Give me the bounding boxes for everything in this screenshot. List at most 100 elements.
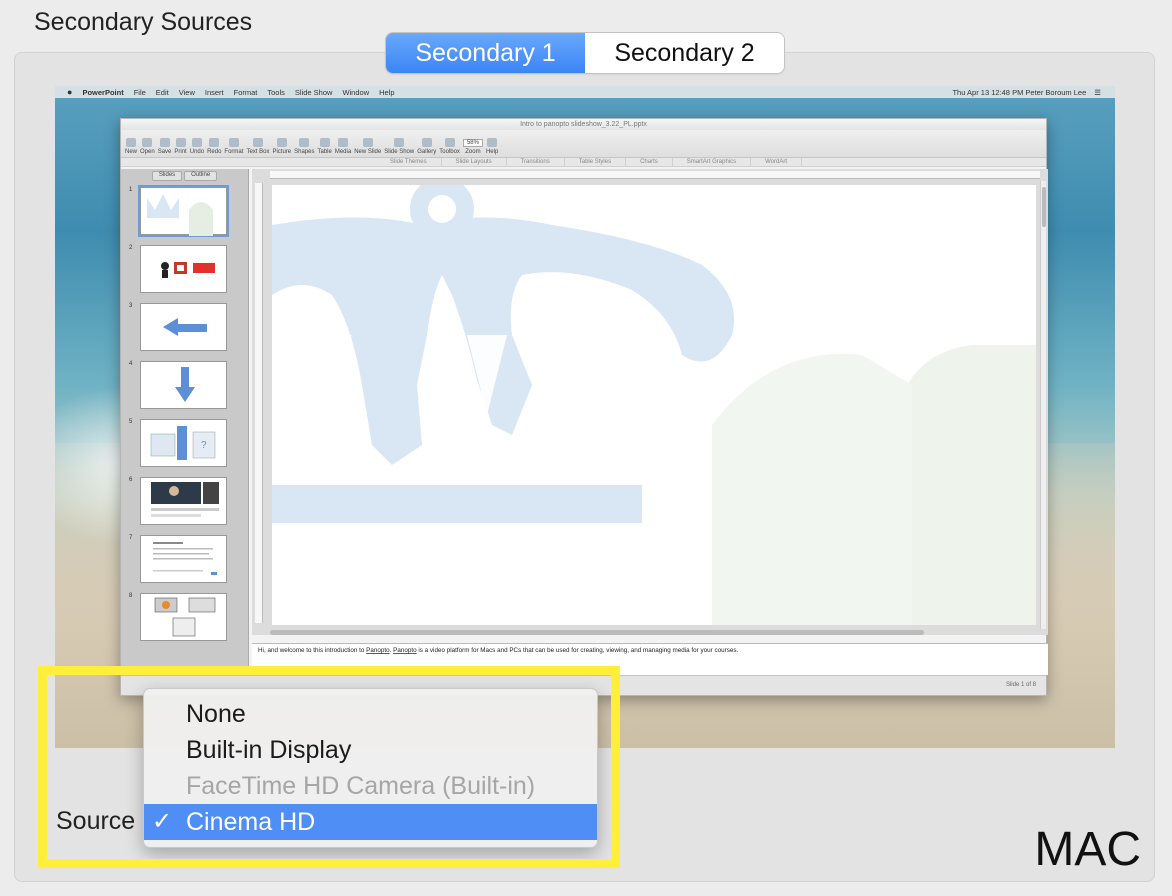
- menubar-item: Tools: [267, 87, 285, 97]
- option-label: Cinema HD: [186, 808, 316, 836]
- slide-number: 2: [129, 245, 133, 251]
- toolbar-label: Help: [485, 149, 499, 155]
- text-box-icon: [252, 138, 263, 147]
- standard-toolbar: New Open Save Print Undo Redo Format Tex…: [121, 130, 1046, 158]
- ribbon-tab: SmartArt Graphics: [673, 158, 752, 166]
- save-icon: [159, 138, 170, 147]
- media-logos-thumb-icon: [161, 262, 215, 278]
- video-thumb-icon: [151, 482, 219, 517]
- slide-thumbnail: [140, 303, 227, 351]
- ribbon-tab: Slide Themes: [376, 158, 442, 166]
- slide-number: 8: [129, 593, 133, 599]
- new-icon: [126, 138, 136, 147]
- source-option-cinema-hd[interactable]: ✓ Cinema HD: [144, 804, 597, 840]
- notes-text: Hi, and welcome to this introduction to: [258, 647, 367, 654]
- toolbar-shapes: Shapes: [294, 138, 315, 155]
- section-title: Secondary Sources: [34, 8, 253, 36]
- menu-list-icon: ☰: [1094, 87, 1101, 97]
- checkmark-icon: ✓: [152, 808, 173, 835]
- crown-thumb-icon: [147, 194, 213, 236]
- toolbar-label: Gallery: [417, 149, 437, 155]
- toolbar-label: Text Box: [246, 149, 270, 155]
- arrow-down-icon: [175, 367, 195, 403]
- toolbar-undo: Undo: [190, 138, 204, 155]
- slide-thumbnail: ?: [140, 419, 227, 467]
- notes-misspelled-word: Panopto: [393, 647, 417, 654]
- devices-thumb-icon: ?: [150, 426, 216, 460]
- slide-number: 3: [129, 303, 133, 309]
- toolbar-label: Open: [140, 149, 155, 155]
- slide-show-icon: [394, 138, 405, 147]
- toolbar-label: New Slide: [354, 149, 382, 155]
- ribbon-tab: WordArt: [751, 158, 803, 166]
- slide-thumbnail: [140, 477, 227, 525]
- thumb-tab-outline: Outline: [184, 171, 218, 181]
- source-option-built-in-display[interactable]: Built-in Display: [144, 732, 597, 768]
- thumb-tabs: Slides Outline: [121, 169, 248, 181]
- apple-icon: ●: [67, 87, 73, 97]
- toolbar-label: Picture: [272, 149, 292, 155]
- toolbar-redo: Redo: [207, 138, 221, 155]
- menubar-clock: Thu Apr 13 12:48 PM Peter Boroum Lee: [952, 87, 1087, 97]
- slide-number: 1: [129, 187, 133, 193]
- menubar-item: File: [133, 87, 146, 97]
- notes-misspelled-word: Panopto: [366, 647, 390, 654]
- source-dropdown-menu[interactable]: None Built-in Display FaceTime HD Camera…: [143, 688, 598, 848]
- ribbon-tab: Table Styles: [565, 158, 627, 166]
- menubar-item: Format: [233, 87, 258, 97]
- slide-number: 5: [129, 419, 133, 425]
- current-slide: [272, 185, 1036, 625]
- menubar-app: PowerPoint: [82, 87, 124, 97]
- toolbar-slide-show: Slide Show: [384, 138, 414, 155]
- media-icon: [338, 138, 349, 147]
- source-option-facetime-camera: FaceTime HD Camera (Built-in): [144, 768, 597, 804]
- tab-secondary-2[interactable]: Secondary 2: [585, 33, 784, 73]
- slide-thumbnail: [140, 187, 227, 236]
- format-icon: [228, 138, 239, 147]
- preview-menubar: ● PowerPoint File Edit View Insert Forma…: [55, 86, 1115, 98]
- table-icon: [319, 138, 330, 147]
- shapes-icon: [299, 138, 310, 147]
- toolbar-media: Media: [335, 138, 351, 155]
- toolbar-gallery: Gallery: [417, 138, 436, 155]
- notes-text: is a video platform for Macs and PCs tha…: [416, 647, 739, 654]
- picture-icon: [276, 138, 287, 147]
- ribbon-tabs: Slide Themes Slide Layouts Transitions T…: [121, 158, 1046, 167]
- toolbar-label: Zoom: [465, 149, 481, 155]
- source-option-none[interactable]: None: [144, 696, 597, 732]
- toolbar-save: Save: [158, 138, 171, 155]
- toolbar-help: Help: [486, 138, 498, 155]
- slide-number: 6: [129, 477, 133, 483]
- option-label: FaceTime HD Camera (Built-in): [186, 772, 536, 800]
- ribbon-tab: Charts: [626, 158, 673, 166]
- toolbar-label: Format: [224, 149, 244, 155]
- toolbar-text-box: Text Box: [246, 138, 269, 155]
- new-slide-icon: [362, 138, 373, 147]
- toolbar-new: New: [125, 138, 137, 155]
- print-icon: [175, 138, 186, 147]
- tab-secondary-1[interactable]: Secondary 1: [386, 33, 585, 73]
- toolbar-label: Toolbox: [439, 149, 460, 155]
- window-title: Intro to panopto slideshow_3.22_PL.pptx: [121, 119, 1046, 130]
- slide-vertical-scrollbar: [1040, 181, 1046, 629]
- help-icon: [487, 138, 498, 147]
- thumb-tab-slides: Slides: [151, 171, 183, 181]
- toolbar-label: Undo: [189, 149, 205, 155]
- vertical-ruler: [255, 183, 263, 623]
- ribbon-tab: Transitions: [507, 158, 565, 166]
- slide-number: 4: [129, 361, 133, 367]
- menubar-status: Thu Apr 13 12:48 PM Peter Boroum Lee ☰: [952, 88, 1115, 97]
- menubar-item: View: [178, 87, 195, 97]
- toolbar-table: Table: [318, 138, 332, 155]
- slide-number: 7: [129, 535, 133, 541]
- toolbar-zoom: 58% Zoom: [462, 139, 483, 155]
- zoom-value: 58%: [462, 139, 483, 147]
- powerpoint-body: Slides Outline 1 2 3 4 5 ? 6 7 8 Hi, and…: [121, 169, 1048, 697]
- svg-text:?: ?: [201, 440, 207, 451]
- slide-horizontal-scrollbar: [270, 630, 924, 635]
- ribbon-tab: Slide Layouts: [442, 158, 507, 166]
- toolbox-icon: [444, 138, 455, 147]
- toolbar-label: Print: [174, 149, 187, 155]
- slide-thumbnail: [140, 535, 227, 583]
- toolbar-label: Media: [334, 149, 352, 155]
